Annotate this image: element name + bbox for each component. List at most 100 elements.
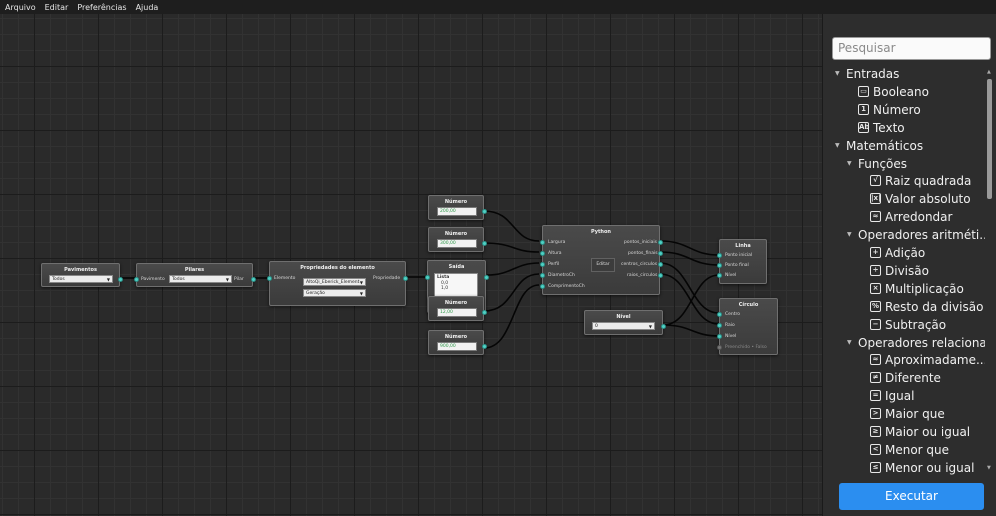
menu-editar[interactable]: Editar — [45, 3, 69, 12]
tree-item[interactable]: ≈ Arredondar — [823, 208, 985, 226]
output-port[interactable] — [661, 324, 666, 329]
menu-preferencias[interactable]: Preferências — [77, 3, 126, 12]
output-port[interactable] — [482, 209, 487, 214]
number-input[interactable]: 900,00 — [437, 342, 477, 351]
tree-item-label: Menor ou igual — [885, 460, 975, 475]
node-numero-3[interactable]: Número 12,00 — [428, 296, 487, 321]
tree-item[interactable]: ▼ Entradas — [823, 65, 985, 83]
input-port[interactable] — [134, 277, 139, 282]
wire-numero2-altura — [483, 242, 540, 253]
node-canvas[interactable]: Pavimentos Todos ▼ Pilares Pavimento Todo… — [0, 14, 822, 516]
tree-item[interactable]: = Igual — [823, 387, 985, 405]
tree-item[interactable]: ≤ Menor ou igual — [823, 459, 985, 475]
node-numero-2[interactable]: Número 300,00 — [428, 227, 487, 252]
nivel-dropdown[interactable]: 0 ▼ — [592, 322, 655, 330]
node-numero-4[interactable]: Número 900,00 — [428, 330, 487, 355]
input-port[interactable] — [540, 240, 545, 245]
tree-item-label: Operadores relacionais — [858, 335, 985, 350]
edit-script-button[interactable]: Editar — [591, 258, 615, 272]
property-dropdown[interactable]: Geração ▼ — [303, 289, 366, 297]
port-label-raio: Raio — [725, 323, 735, 328]
output-port[interactable] — [482, 241, 487, 246]
tree-item[interactable]: ≠ Diferente — [823, 369, 985, 387]
scroll-thumb[interactable] — [987, 79, 992, 199]
approx-icon: ≈ — [870, 354, 881, 366]
input-port[interactable] — [717, 323, 722, 328]
tree-item[interactable]: ▼ Operadores relacionais — [823, 334, 985, 352]
tree-item[interactable]: 1 Número — [823, 101, 985, 119]
input-port[interactable] — [540, 251, 545, 256]
input-port[interactable] — [540, 284, 545, 289]
tree-item[interactable]: ▭ Booleano — [823, 83, 985, 101]
tree-item[interactable]: − Subtração — [823, 316, 985, 334]
output-port[interactable] — [482, 310, 487, 315]
element-type-dropdown[interactable]: AltoQi_Eberick_Element ▼ — [303, 278, 366, 286]
number-input[interactable]: 200,00 — [437, 207, 477, 216]
less-equal-icon: ≤ — [870, 461, 881, 473]
search-input[interactable]: Pesquisar — [832, 37, 991, 60]
tree-item[interactable]: ▼ Funções — [823, 155, 985, 173]
tree-item[interactable]: ≥ Maior ou igual — [823, 423, 985, 441]
tree-item[interactable]: + Adição — [823, 244, 985, 262]
output-port[interactable] — [484, 275, 489, 280]
wire-raios-circulo — [659, 273, 720, 325]
menu-arquivo[interactable]: Arquivo — [5, 3, 36, 12]
number-input[interactable]: 300,00 — [437, 239, 477, 248]
input-port[interactable] — [540, 262, 545, 267]
wire-nivel-circulo — [662, 324, 720, 337]
node-pilares[interactable]: Pilares Pavimento Todos ▼ Pilar — [134, 263, 256, 287]
tree-scrollbar[interactable]: ▲ ▼ — [987, 69, 992, 479]
tree-item-label: Entradas — [846, 67, 900, 81]
tree-item[interactable]: % Resto da divisão — [823, 298, 985, 316]
output-port[interactable] — [403, 276, 408, 281]
output-port[interactable] — [658, 262, 663, 267]
output-port[interactable] — [251, 277, 256, 282]
tree-item-label: Maior ou igual — [885, 425, 971, 439]
tree-item[interactable]: √ Raiz quadrada — [823, 172, 985, 190]
tree-item[interactable]: × Multiplicação — [823, 280, 985, 298]
input-port[interactable] — [717, 312, 722, 317]
port-label-nivel: Nível — [725, 273, 737, 278]
number-input[interactable]: 12,00 — [437, 308, 477, 317]
input-port[interactable] — [717, 273, 722, 278]
execute-button[interactable]: Executar — [839, 483, 984, 510]
tree-item-label: Multiplicação — [885, 281, 964, 296]
tree-item-label: Resto da divisão — [885, 299, 984, 314]
tree-item[interactable]: |x| Valor absoluto — [823, 190, 985, 208]
output-port[interactable] — [482, 344, 487, 349]
input-port[interactable] — [717, 253, 722, 258]
node-linha[interactable]: Linha Ponto inicial Ponto final Nível — [717, 239, 767, 284]
tree-item[interactable]: > Maior que — [823, 405, 985, 423]
tree-item[interactable]: ▼ Matemáticos — [823, 137, 985, 155]
wire-numero3-diametro — [483, 273, 540, 312]
input-port[interactable] — [267, 276, 272, 281]
menu-ajuda[interactable]: Ajuda — [136, 3, 159, 12]
input-port[interactable] — [717, 334, 722, 339]
port-label-comprimento: ComprimentoCh — [548, 284, 585, 289]
wire-centros-circulo — [659, 262, 720, 314]
node-python[interactable]: Python Largura Altura Perfil DiametroCh … — [540, 225, 663, 295]
node-title: Círculo — [738, 302, 759, 308]
pilares-dropdown[interactable]: Todos ▼ — [169, 275, 232, 283]
tree-item[interactable]: Ab Texto — [823, 119, 985, 137]
input-port[interactable] — [717, 263, 722, 268]
pavimentos-dropdown[interactable]: Todos ▼ — [49, 275, 113, 283]
tree-item[interactable]: < Menor que — [823, 441, 985, 459]
tree-item[interactable]: ÷ Divisão — [823, 262, 985, 280]
tree-item[interactable]: ▼ Operadores aritméti... — [823, 226, 985, 244]
input-port[interactable] — [540, 273, 545, 278]
output-port[interactable] — [658, 273, 663, 278]
node-circulo[interactable]: Círculo Centro Raio Nível Preenchido • F… — [717, 298, 778, 355]
node-pavimentos[interactable]: Pavimentos Todos ▼ — [41, 263, 123, 287]
output-port[interactable] — [658, 251, 663, 256]
tree-item[interactable]: ≈ Aproximadame... — [823, 351, 985, 369]
scroll-down-icon[interactable]: ▼ — [987, 465, 992, 471]
node-numero-1[interactable]: Número 200,00 — [428, 195, 487, 220]
output-port[interactable] — [658, 240, 663, 245]
node-propriedades-do-elemento[interactable]: Propriedades do elemento Elemento AltoQi… — [267, 261, 408, 306]
scroll-up-icon[interactable]: ▲ — [987, 69, 992, 75]
input-port[interactable] — [425, 275, 430, 280]
input-port-disabled[interactable] — [717, 345, 722, 350]
output-port[interactable] — [118, 277, 123, 282]
node-nivel[interactable]: Nível 0 ▼ — [584, 310, 666, 335]
